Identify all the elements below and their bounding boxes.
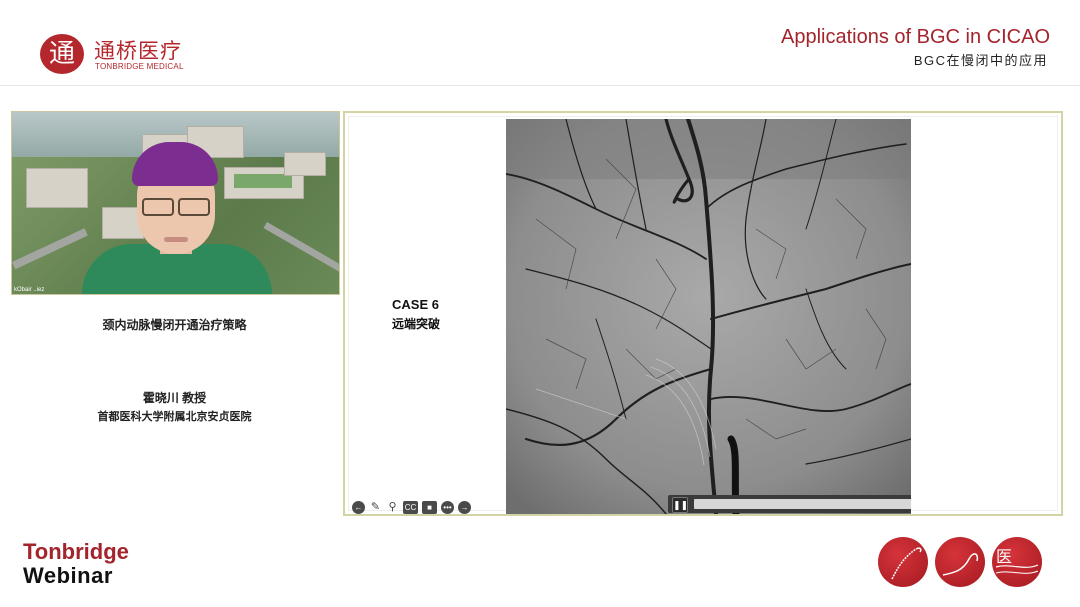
case-title: CASE 6 [392,297,439,312]
video-player-controls: ❚❚ ◂ [668,495,911,513]
presentation-title-cn: BGC在慢闭中的应用 [913,53,1048,68]
camera-icon[interactable]: ■ [422,501,437,514]
header-divider [0,85,1080,86]
webinar-line-2: Webinar [23,563,113,588]
case-subtitle: 远端突破 [392,317,441,331]
logo-badge-3: 医 [992,537,1042,587]
video-progress-bar[interactable] [694,499,911,509]
speaker-mouth [164,237,188,242]
brand-name-en: TONBRIDGE MEDICAL [95,62,184,71]
zoom-icon[interactable]: ⚲ [386,501,399,514]
speaker-institution: 首都医科大学附属北京安贞医院 [97,411,252,423]
catheter-badge-1 [878,537,928,587]
speaker-video[interactable]: kObair ..iez [11,111,340,295]
video-name-tag: kObair ..iez [14,287,45,293]
talk-title: 颈内动脉慢闭开通治疗策略 [102,318,247,332]
slide-viewer: CASE 6 远端突破 ❚❚ ← ✎ ⚲ CC ■ ••• → [343,111,1063,516]
webinar-brand: Tonbridge Webinar [23,540,129,588]
back-arrow-icon[interactable]: ← [352,501,365,514]
slide-canvas: CASE 6 远端突破 ❚❚ ← ✎ ⚲ CC ■ ••• → [348,116,1058,514]
brand-name-cn: 通桥医疗 [94,40,182,63]
background-building [284,152,326,176]
more-icon[interactable]: ••• [441,501,454,514]
speaker-name: 霍晓川 教授 [142,391,207,405]
angiogram-video[interactable]: ❚❚ ◂ [506,119,911,514]
speaker-glasses [142,198,210,216]
background-building [26,168,88,208]
pen-icon[interactable]: ✎ [369,501,382,514]
angiogram-image [506,119,911,514]
presentation-title-en: Applications of BGC in CICAO [781,26,1050,48]
catheter-badge-2 [935,537,985,587]
forward-arrow-icon[interactable]: → [458,501,471,514]
brand-logo: 通 通桥医疗 TONBRIDGE MEDICAL [40,34,190,76]
slide-toolbar: ← ✎ ⚲ CC ■ ••• → [352,501,471,515]
brand-logo-mark: 通 [40,34,84,74]
speaker-surgical-cap [132,142,218,186]
pause-button[interactable]: ❚❚ [672,497,688,513]
cc-icon[interactable]: CC [403,501,418,514]
webinar-line-1: Tonbridge [23,539,129,564]
speaker-figure [82,142,272,294]
